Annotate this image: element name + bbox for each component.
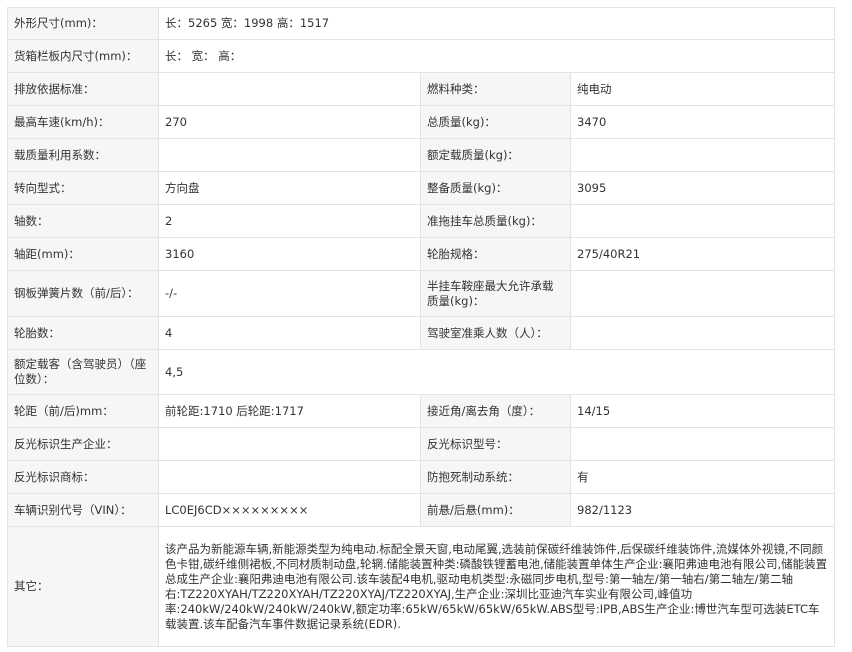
spec-row-dimensions: 外形尺寸(mm)： 长：5265 宽：1998 高：1517: [7, 7, 836, 40]
spec-label: 转向型式：: [7, 171, 159, 205]
spec-value: 4,5: [157, 349, 836, 395]
spec-label: 准拖挂车总质量(kg)：: [420, 204, 571, 238]
spec-value: 长：5265 宽：1998 高：1517: [157, 7, 836, 40]
spec-label: 钢板弹簧片数（前/后）：: [7, 270, 159, 317]
spec-value: [158, 460, 421, 494]
spec-label: 整备质量(kg)：: [420, 171, 571, 205]
spec-value: [158, 72, 421, 106]
spec-label: 额定载质量(kg)：: [420, 138, 571, 172]
spec-value: 14/15: [569, 394, 836, 428]
spec-label: 其它：: [7, 526, 159, 647]
vehicle-spec-table: 外形尺寸(mm)： 长：5265 宽：1998 高：1517 货箱栏板内尺寸(m…: [7, 7, 836, 647]
spec-label: 接近角/离去角（度）：: [420, 394, 571, 428]
spec-label: 外形尺寸(mm)：: [7, 7, 159, 40]
spec-label: 车辆识别代号（VIN）：: [7, 493, 159, 527]
spec-row: 反光标识生产企业： 反光标识型号：: [7, 427, 836, 461]
spec-value: [569, 270, 836, 317]
spec-value: 982/1123: [569, 493, 836, 527]
spec-value: [158, 138, 421, 172]
spec-row: 轮胎数： 4 驾驶室准乘人数（人）：: [7, 316, 836, 350]
spec-value: 270: [158, 105, 421, 139]
spec-label: 货箱栏板内尺寸(mm)：: [7, 39, 159, 73]
spec-value-other: 该产品为新能源车辆,新能源类型为纯电动.标配全景天窗,电动尾翼,选装前保碳纤维装…: [157, 526, 836, 647]
spec-label: 反光标识型号：: [420, 427, 571, 461]
spec-label: 反光标识生产企业：: [7, 427, 159, 461]
spec-value: 长： 宽： 高：: [157, 39, 836, 73]
spec-value: 3095: [569, 171, 836, 205]
spec-value: 4: [158, 316, 421, 350]
spec-label: 轮距（前/后)mm：: [7, 394, 159, 428]
spec-row-seating: 额定载客（含驾驶员）（座位数）： 4,5: [7, 349, 836, 395]
spec-label: 防抱死制动系统：: [420, 460, 571, 494]
spec-row: 反光标识商标： 防抱死制动系统： 有: [7, 460, 836, 494]
spec-label: 燃料种类：: [420, 72, 571, 106]
spec-value: [569, 138, 836, 172]
spec-row: 轮距（前/后)mm： 前轮距:1710 后轮距:1717 接近角/离去角（度）：…: [7, 394, 836, 428]
spec-row: 转向型式： 方向盘 整备质量(kg)： 3095: [7, 171, 836, 205]
spec-value: 2: [158, 204, 421, 238]
spec-value: 纯电动: [569, 72, 836, 106]
spec-value: 3470: [569, 105, 836, 139]
spec-value: -/-: [158, 270, 421, 317]
spec-label: 半挂车鞍座最大允许承载质量(kg)：: [420, 270, 571, 317]
spec-row: 最高车速(km/h)： 270 总质量(kg)： 3470: [7, 105, 836, 139]
spec-value: 275/40R21: [569, 237, 836, 271]
spec-value: LC0EJ6CD×××××××××: [158, 493, 421, 527]
spec-value: [158, 427, 421, 461]
spec-row: 排放依据标准： 燃料种类： 纯电动: [7, 72, 836, 106]
spec-label: 轮胎规格：: [420, 237, 571, 271]
spec-value: 前轮距:1710 后轮距:1717: [158, 394, 421, 428]
spec-label: 前悬/后悬(mm)：: [420, 493, 571, 527]
spec-row: 轴数： 2 准拖挂车总质量(kg)：: [7, 204, 836, 238]
spec-row: 载质量利用系数： 额定载质量(kg)：: [7, 138, 836, 172]
spec-label: 最高车速(km/h)：: [7, 105, 159, 139]
spec-label: 排放依据标准：: [7, 72, 159, 106]
spec-row-cargo-box: 货箱栏板内尺寸(mm)： 长： 宽： 高：: [7, 39, 836, 73]
spec-value: [569, 427, 836, 461]
spec-row: 钢板弹簧片数（前/后）： -/- 半挂车鞍座最大允许承载质量(kg)：: [7, 270, 836, 317]
spec-label: 载质量利用系数：: [7, 138, 159, 172]
spec-label: 驾驶室准乘人数（人）：: [420, 316, 571, 350]
spec-row-other: 其它： 该产品为新能源车辆,新能源类型为纯电动.标配全景天窗,电动尾翼,选装前保…: [7, 526, 836, 647]
spec-label: 轴距(mm)：: [7, 237, 159, 271]
spec-label: 额定载客（含驾驶员）（座位数）：: [7, 349, 159, 395]
spec-label: 轮胎数：: [7, 316, 159, 350]
spec-label: 反光标识商标：: [7, 460, 159, 494]
spec-value: 有: [569, 460, 836, 494]
spec-value: 3160: [158, 237, 421, 271]
spec-value: [569, 316, 836, 350]
spec-row: 轴距(mm)： 3160 轮胎规格： 275/40R21: [7, 237, 836, 271]
spec-label: 总质量(kg)：: [420, 105, 571, 139]
spec-value: [569, 204, 836, 238]
spec-row-vin: 车辆识别代号（VIN）： LC0EJ6CD××××××××× 前悬/后悬(mm)…: [7, 493, 836, 527]
spec-value: 方向盘: [158, 171, 421, 205]
spec-label: 轴数：: [7, 204, 159, 238]
